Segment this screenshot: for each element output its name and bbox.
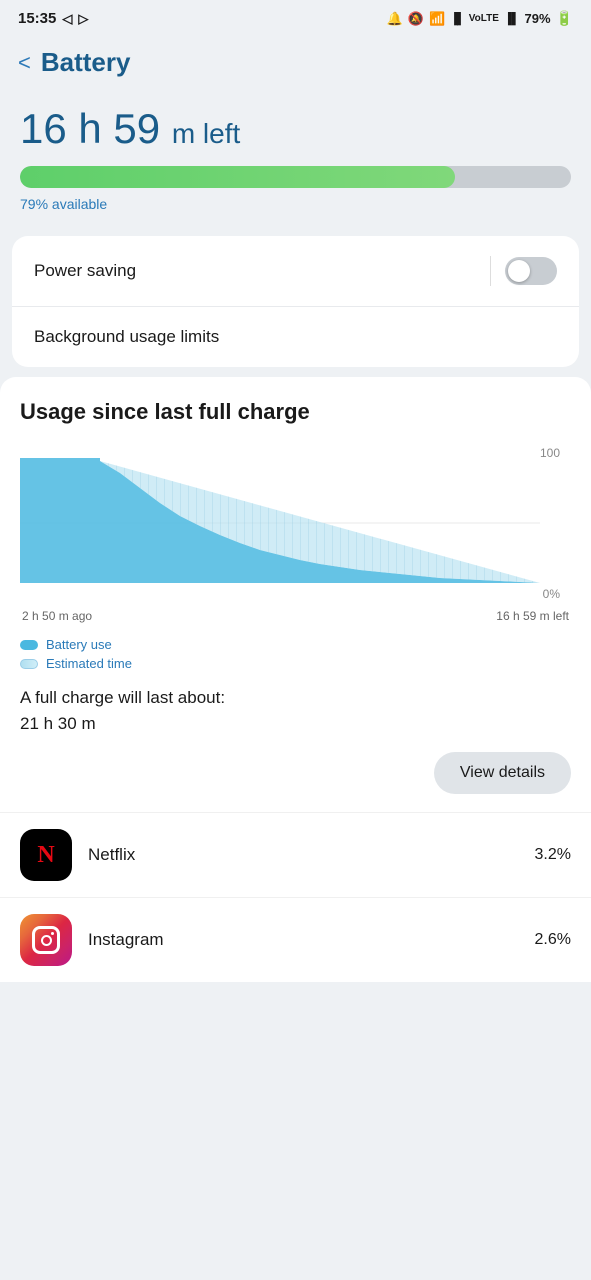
app-name-instagram: Instagram [88, 930, 535, 950]
page-title: Battery [41, 47, 131, 78]
chart-x-right: 16 h 59 m left [496, 609, 569, 623]
page-header: < Battery [0, 33, 591, 88]
mute-icon: 🔕 [408, 11, 424, 27]
full-charge-info: A full charge will last about: 21 h 30 m [20, 685, 571, 736]
power-saving-toggle-area [490, 256, 557, 286]
svg-text:0%: 0% [543, 587, 561, 601]
instagram-dot [51, 932, 54, 935]
full-charge-line2: 21 h 30 m [20, 711, 571, 737]
instagram-circle [41, 935, 52, 946]
settings-card: Power saving Background usage limits [12, 236, 579, 367]
toggle-track [505, 257, 557, 285]
app-item-instagram[interactable]: Instagram 2.6% [0, 897, 591, 982]
chart-legend: Battery use Estimated time [20, 637, 571, 671]
alarm-icon: 🔔 [387, 11, 403, 27]
nav-icon: ◁ [62, 11, 72, 27]
battery-time-section: 16 h 59 m left 79% available [0, 88, 591, 236]
status-icons: 🔔 🔕 📶 ▐▌ VoLTE ▐▌ 79% 🔋 [387, 10, 573, 27]
instagram-icon [20, 914, 72, 966]
background-usage-item[interactable]: Background usage limits [12, 306, 579, 367]
divider [490, 256, 491, 286]
power-saving-item[interactable]: Power saving [12, 236, 579, 306]
signal-icon: ▐▌ [450, 13, 464, 25]
full-charge-line1: A full charge will last about: [20, 685, 571, 711]
battery-progress-bar [20, 166, 571, 188]
battery-available-text: 79% available [20, 196, 571, 212]
chart-x-labels: 2 h 50 m ago 16 h 59 m left [20, 609, 571, 623]
time-suffix: m left [172, 118, 240, 149]
usage-section: Usage since last full charge 100 0% 2 h … [0, 377, 591, 812]
hours-value: 16 [20, 105, 67, 152]
volte-icon: VoLTE [469, 13, 499, 24]
app-pct-instagram: 2.6% [535, 931, 571, 949]
back-button[interactable]: < [18, 50, 31, 76]
hours-unit: h [78, 105, 101, 152]
app-item-netflix[interactable]: N Netflix 3.2% [0, 812, 591, 897]
svg-text:100: 100 [540, 446, 560, 460]
instagram-inner-icon [32, 926, 60, 954]
battery-chart: 100 0% [20, 443, 571, 603]
legend-estimated-dot [20, 659, 38, 669]
app-pct-netflix: 3.2% [535, 846, 571, 864]
status-bar: 15:35 ◁ ▷ 🔔 🔕 📶 ▐▌ VoLTE ▐▌ 79% 🔋 [0, 0, 591, 33]
battery-chart-svg: 100 0% [20, 443, 571, 603]
legend-estimated-label: Estimated time [46, 656, 132, 671]
status-time: 15:35 ◁ ▷ [18, 10, 88, 27]
app-name-netflix: Netflix [88, 845, 535, 865]
legend-battery-dot [20, 640, 38, 650]
battery-pct: 79% [525, 11, 551, 26]
app-usage-list: N Netflix 3.2% Instagram 2.6% [0, 812, 591, 982]
battery-time-display: 16 h 59 m left [20, 106, 571, 152]
view-details-button[interactable]: View details [434, 752, 571, 794]
cast-icon: ▷ [78, 11, 88, 27]
power-saving-toggle[interactable] [505, 257, 557, 285]
legend-battery-use: Battery use [20, 637, 571, 652]
legend-battery-label: Battery use [46, 637, 112, 652]
legend-estimated-time: Estimated time [20, 656, 571, 671]
power-saving-label: Power saving [34, 261, 136, 281]
background-usage-label: Background usage limits [34, 327, 219, 347]
wifi-icon: 📶 [429, 11, 445, 27]
netflix-icon: N [20, 829, 72, 881]
battery-icon: 🔋 [556, 10, 573, 27]
chart-x-left: 2 h 50 m ago [22, 609, 92, 623]
toggle-thumb [508, 260, 530, 282]
usage-title: Usage since last full charge [20, 399, 571, 425]
signal2-icon: ▐▌ [504, 13, 520, 25]
battery-progress-fill [20, 166, 455, 188]
minutes-value: 59 [113, 105, 160, 152]
time-display: 15:35 [18, 10, 56, 27]
